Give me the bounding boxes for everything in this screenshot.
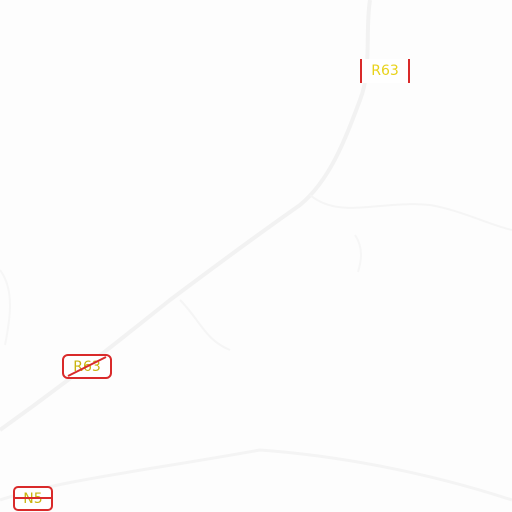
route-label-r63-north[interactable]: R63 (360, 59, 410, 83)
map-view[interactable]: R63 R63 N5 (0, 0, 512, 512)
route-label-r63-center[interactable]: R63 (62, 354, 112, 379)
minor-track-north (354, 234, 362, 273)
map-base-layer (0, 0, 512, 502)
secondary-road (0, 448, 512, 502)
route-label-n5[interactable]: N5 (13, 486, 53, 511)
route-label-text: N5 (23, 490, 43, 507)
minor-track-east (309, 194, 512, 231)
main-road (0, 0, 372, 432)
minor-track-west (0, 269, 11, 346)
minor-track-center (179, 299, 231, 351)
route-label-text: R63 (371, 63, 399, 79)
route-label-text: R63 (73, 358, 101, 375)
